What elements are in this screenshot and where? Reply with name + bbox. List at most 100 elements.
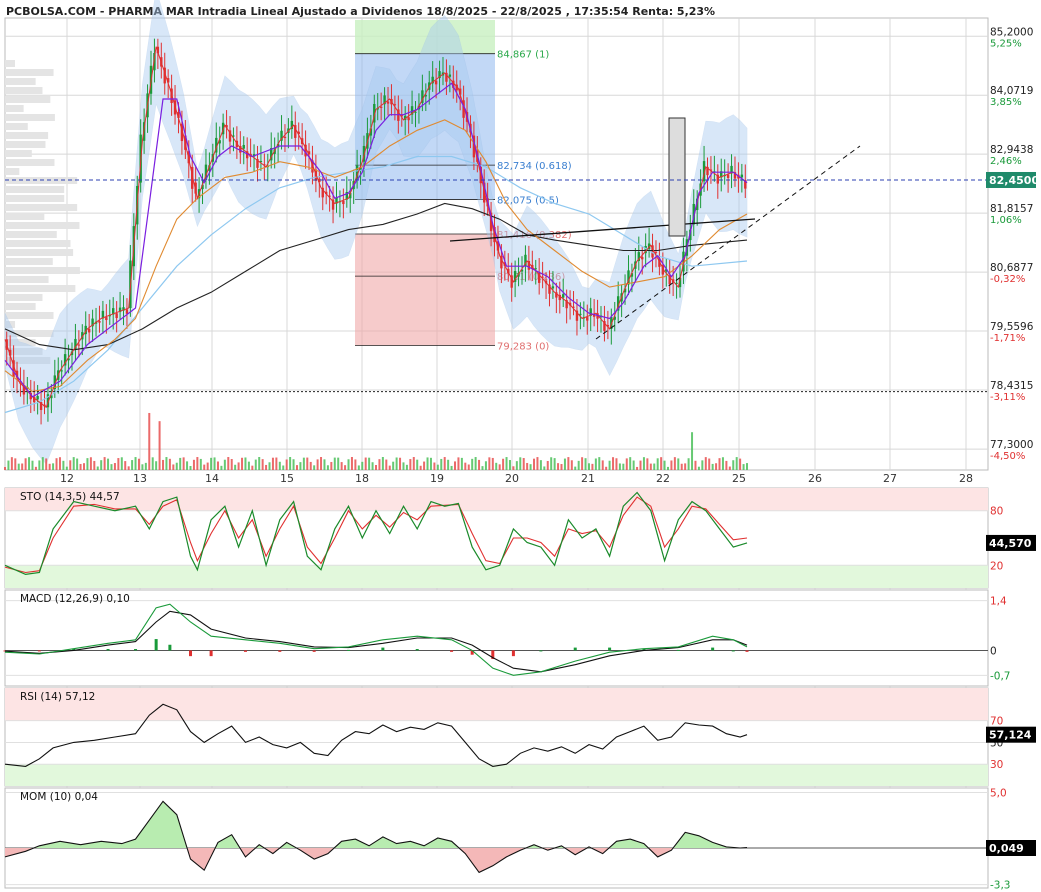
volume-bar (330, 461, 333, 470)
x-tick-label: 19 (430, 472, 444, 485)
volume-bar (378, 459, 381, 470)
volume-profile-bar (5, 267, 80, 274)
volume-bar (440, 458, 443, 470)
volume-bar (103, 457, 106, 470)
y-tick-label: 85,2000 (990, 26, 1033, 38)
macd-histogram-bar (154, 639, 158, 651)
volume-bar (515, 461, 518, 470)
volume-bar (526, 462, 529, 470)
chart-title: PCBOLSA.COM - PHARMA MAR Intradia Lineal… (6, 5, 715, 18)
volume-bar (285, 459, 288, 470)
volume-bar (625, 458, 628, 470)
oversold-zone (5, 565, 988, 588)
volume-bar (708, 458, 711, 470)
overbought-zone (5, 488, 988, 511)
fib-label: 79,283 (0) (497, 341, 549, 352)
volume-bar (124, 461, 127, 470)
volume-bar (347, 459, 350, 470)
candle-body (534, 268, 537, 270)
volume-bar (72, 457, 75, 470)
volume-bar (93, 460, 96, 470)
x-tick-label: 28 (959, 472, 973, 485)
volume-bar (306, 457, 309, 470)
volume-bar (65, 466, 68, 470)
volume-bar (110, 464, 113, 470)
macd-panel: 1,4 0 -0,7 MACD (12,26,9) 0,10 (3, 589, 1011, 687)
volume-bar (399, 457, 402, 470)
volume-profile-bar (5, 78, 36, 85)
volume-profile-bar (5, 213, 45, 220)
volume-bar (721, 457, 724, 470)
volume-bar (536, 457, 539, 470)
macd-histogram-bar (189, 650, 192, 657)
volume-bar (478, 459, 481, 470)
x-tick-label: 21 (581, 472, 595, 485)
volume-bar (234, 464, 237, 470)
volume-bar (241, 457, 244, 470)
volume-bar (316, 459, 319, 470)
volume-profile-bar (5, 195, 65, 202)
x-tick-label: 18 (355, 472, 369, 485)
y-tick-pct: 1,06% (990, 215, 1022, 226)
volume-bar (481, 466, 484, 470)
volume-bar (41, 457, 44, 470)
candle-body (434, 80, 438, 85)
volume-bar (543, 466, 546, 470)
volume-bar (539, 460, 542, 470)
volume-profile-bar (5, 168, 20, 175)
volume-bar (89, 457, 92, 470)
volume-profile-bar (5, 312, 54, 319)
macd-histogram-bar (243, 650, 247, 652)
volume-bar (230, 459, 233, 470)
volume-bar (443, 457, 446, 470)
volume-bar (563, 458, 566, 470)
fib-label: 84,867 (1) (497, 50, 549, 61)
volume-bar (17, 463, 20, 470)
x-tick-label: 15 (280, 472, 294, 485)
volume-bar (141, 464, 144, 470)
volume-profile-bar (5, 222, 80, 229)
volume-bar (581, 457, 584, 470)
volume-bar (168, 458, 171, 470)
volume-profile-bar (5, 159, 55, 166)
volume-bar (83, 463, 86, 470)
volume-bar (467, 464, 470, 470)
volume-bar (746, 463, 748, 470)
macd-histogram-bar (511, 650, 515, 657)
volume-bar (323, 459, 326, 470)
volume-bar (295, 465, 298, 470)
x-tick-label: 12 (60, 472, 74, 485)
volume-bar (326, 465, 329, 470)
volume-bar (186, 461, 189, 470)
volume-bar (704, 457, 707, 470)
volume-bar (299, 462, 302, 470)
macd-histogram-bar (168, 644, 172, 651)
volume-bar (361, 461, 364, 470)
macd-histogram-bar (347, 649, 351, 651)
volume-bar (426, 457, 429, 470)
volume-bar (660, 457, 663, 470)
volume-bar (237, 462, 240, 470)
volume-bar (656, 458, 659, 470)
volume-bar (416, 459, 419, 470)
macd-histogram-bar (278, 650, 282, 652)
volume-bar (182, 457, 185, 470)
fib-label: 82,734 (0.618) (497, 161, 572, 172)
volume-bar (505, 457, 508, 470)
fib-zone-red (355, 234, 495, 346)
volume-bar (375, 464, 377, 470)
volume-profile-bar (5, 114, 55, 121)
volume-bar (512, 466, 515, 470)
volume-bar (368, 457, 371, 470)
volume-bar (412, 457, 415, 470)
macd-histogram-bar (450, 650, 454, 652)
x-tick-label: 22 (656, 472, 670, 485)
volume-bar (175, 462, 178, 470)
stock-chart: PCBOLSA.COM - PHARMA MAR Intradia Lineal… (3, 0, 1039, 892)
volume-bar (419, 465, 422, 470)
volume-bar (96, 466, 99, 470)
volume-profile-bar (5, 249, 74, 256)
volume-bar (24, 458, 27, 470)
macd-histogram-bar (209, 650, 213, 657)
y-tick-pct: 2,46% (990, 156, 1022, 167)
